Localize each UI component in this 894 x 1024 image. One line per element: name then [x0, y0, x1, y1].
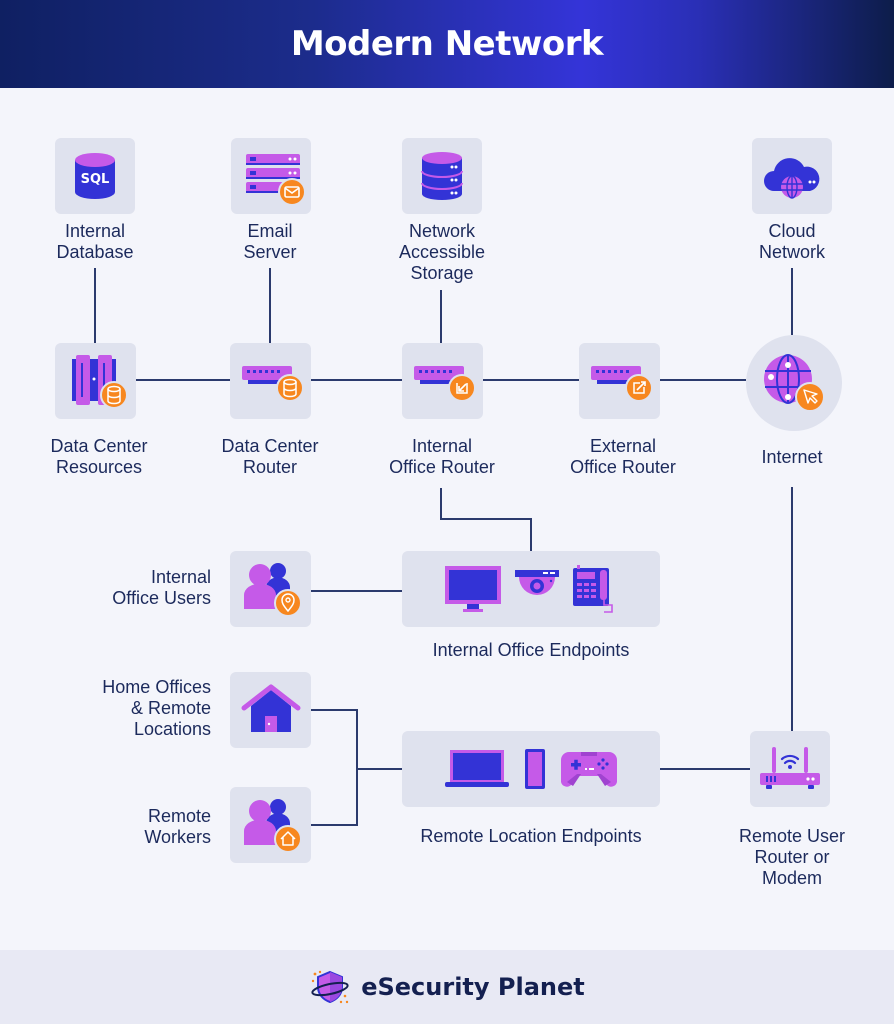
- shield-planet-logo: [311, 970, 349, 1004]
- link-home-offices-branch: [311, 709, 358, 826]
- data-center-resources-label: Data Center Resources: [50, 436, 148, 477]
- remote-workers-node[interactable]: [230, 787, 311, 863]
- switch-icon: [590, 366, 653, 402]
- svg-text:SQL: SQL: [81, 172, 110, 187]
- external-office-router-node[interactable]: [579, 343, 660, 419]
- internet-node[interactable]: [746, 335, 842, 431]
- cloud-network-label: Cloud Network: [758, 221, 825, 262]
- cursor-badge-icon: [795, 382, 825, 412]
- internal-office-endpoints-label: Internal Office Endpoints: [432, 640, 630, 660]
- arrow-in-badge-icon: [447, 374, 476, 402]
- users-icon: [243, 563, 302, 617]
- database-badge-icon: [99, 381, 128, 409]
- globe-icon: [764, 354, 825, 412]
- data-center-router-label: Data Center Router: [221, 436, 319, 477]
- house-icon: [241, 684, 300, 732]
- internal-office-users-node[interactable]: [230, 551, 311, 627]
- switch-icon: [413, 366, 476, 402]
- internal-office-users-label: Internal Office Users: [112, 567, 211, 608]
- internet-label: Internet: [761, 447, 823, 467]
- cloud-network-node[interactable]: [752, 138, 832, 214]
- location-pin-badge-icon: [273, 589, 302, 617]
- gamepad-icon: [561, 752, 617, 787]
- network-storage-node[interactable]: [402, 138, 482, 214]
- email-server-node[interactable]: [231, 138, 311, 214]
- data-center-resources-node[interactable]: [55, 343, 136, 419]
- cloud-globe-icon: [764, 158, 820, 199]
- internal-database-label: Internal Database: [56, 221, 134, 262]
- internal-office-router-node[interactable]: [402, 343, 483, 419]
- internal-database-node[interactable]: SQL: [55, 138, 135, 214]
- laptop-icon: [445, 750, 509, 787]
- switch-icon: [241, 366, 304, 402]
- remote-user-router-node[interactable]: [750, 731, 830, 807]
- footer-brand: eSecurity Planet: [361, 973, 585, 1001]
- link-internal-router-to-endpoints: [440, 488, 532, 551]
- home-offices-node[interactable]: [230, 672, 311, 748]
- email-server-label: Email Server: [243, 221, 297, 262]
- database-badge-icon: [275, 374, 304, 402]
- monitor-icon: [445, 566, 501, 612]
- arrow-out-badge-icon: [624, 374, 653, 402]
- remote-user-router-label: Remote User Router or Modem: [738, 826, 846, 888]
- internal-office-endpoints-node[interactable]: [402, 551, 660, 627]
- sql-database-icon: SQL: [75, 153, 115, 199]
- home-offices-label: Home Offices & Remote Locations: [102, 677, 211, 739]
- users-icon: [243, 799, 302, 853]
- server-cabinet-icon: [71, 355, 128, 409]
- desk-phone-icon: [573, 565, 613, 613]
- envelope-badge-icon: [278, 178, 306, 206]
- remote-location-endpoints-label: Remote Location Endpoints: [420, 826, 642, 846]
- server-rack-icon: [246, 154, 306, 206]
- home-badge-icon: [273, 825, 302, 853]
- external-office-router-label: External Office Router: [570, 436, 676, 477]
- network-storage-label: Network Accessible Storage: [398, 221, 486, 283]
- internal-office-router-label: Internal Office Router: [389, 436, 495, 477]
- security-camera-icon: [515, 570, 559, 595]
- storage-stack-icon: [421, 152, 463, 200]
- wifi-router-icon: [760, 747, 820, 789]
- footer-bar: eSecurity Planet: [0, 950, 894, 1024]
- data-center-router-node[interactable]: [230, 343, 311, 419]
- remote-location-endpoints-node[interactable]: [402, 731, 660, 807]
- smartphone-icon: [525, 749, 545, 789]
- remote-workers-label: Remote Workers: [144, 806, 211, 847]
